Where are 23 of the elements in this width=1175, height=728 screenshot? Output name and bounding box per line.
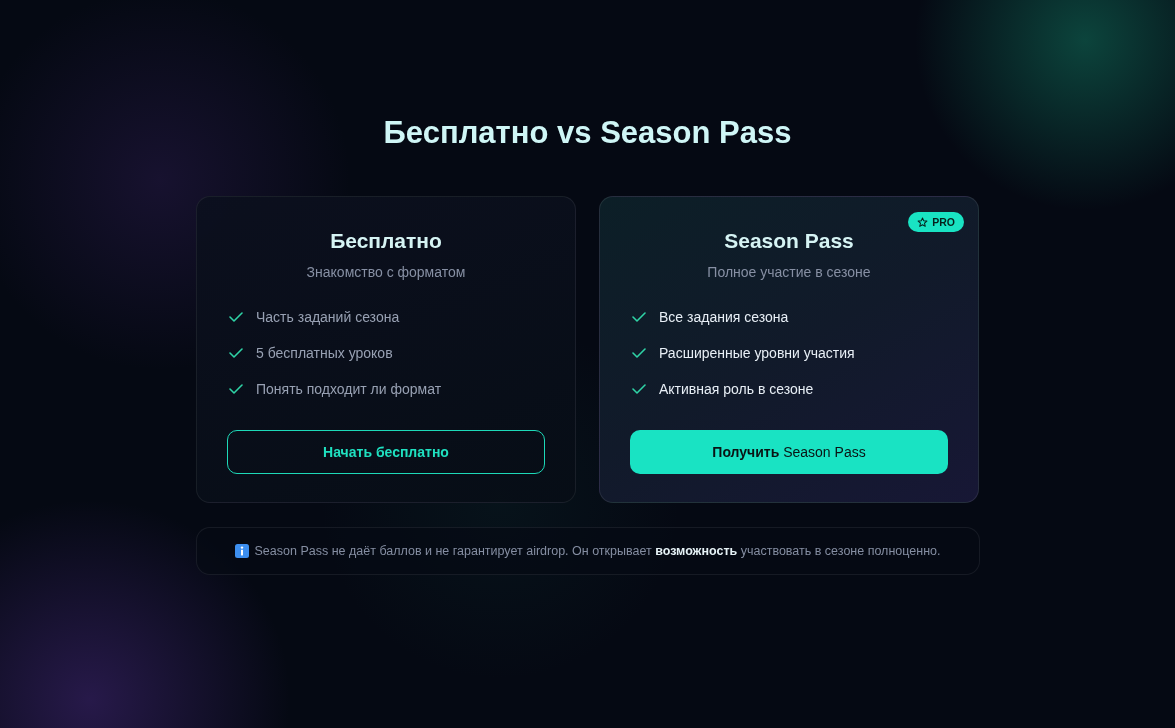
check-icon — [632, 312, 646, 322]
check-icon — [632, 384, 646, 394]
plan-name: Бесплатно — [330, 228, 442, 254]
plan-subtitle: Полное участие в сезоне — [707, 263, 871, 282]
note-text: Season Pass не даёт баллов и не гарантирует airdrop. Он открывает возможность участвовать в сезоне полноценно. — [254, 544, 941, 558]
info-icon — [234, 544, 249, 558]
check-icon — [229, 348, 243, 358]
plan-name: Season Pass — [724, 228, 854, 254]
plan-subtitle: Знакомство с форматом — [306, 263, 466, 282]
feature-text: Расширенные уровни участия — [659, 344, 855, 363]
feature-text: Часть заданий сезона — [256, 308, 400, 327]
page-title: Бесплатно vs Season Pass — [383, 114, 792, 152]
check-icon — [632, 348, 646, 358]
check-icon — [229, 312, 243, 322]
feature-text: 5 бесплатных уроков — [256, 344, 393, 363]
feature-text: Понять подходит ли формат — [256, 380, 442, 399]
badge-label: PRO — [932, 216, 955, 228]
feature-text: Все задания сезона — [659, 308, 789, 327]
star-icon — [917, 216, 929, 228]
plan-button[interactable]: Получить Season Pass — [630, 430, 948, 474]
check-icon — [229, 384, 243, 394]
feature-text: Активная роль в сезоне — [659, 380, 814, 399]
plan-button[interactable]: Начать бесплатно — [227, 430, 545, 474]
